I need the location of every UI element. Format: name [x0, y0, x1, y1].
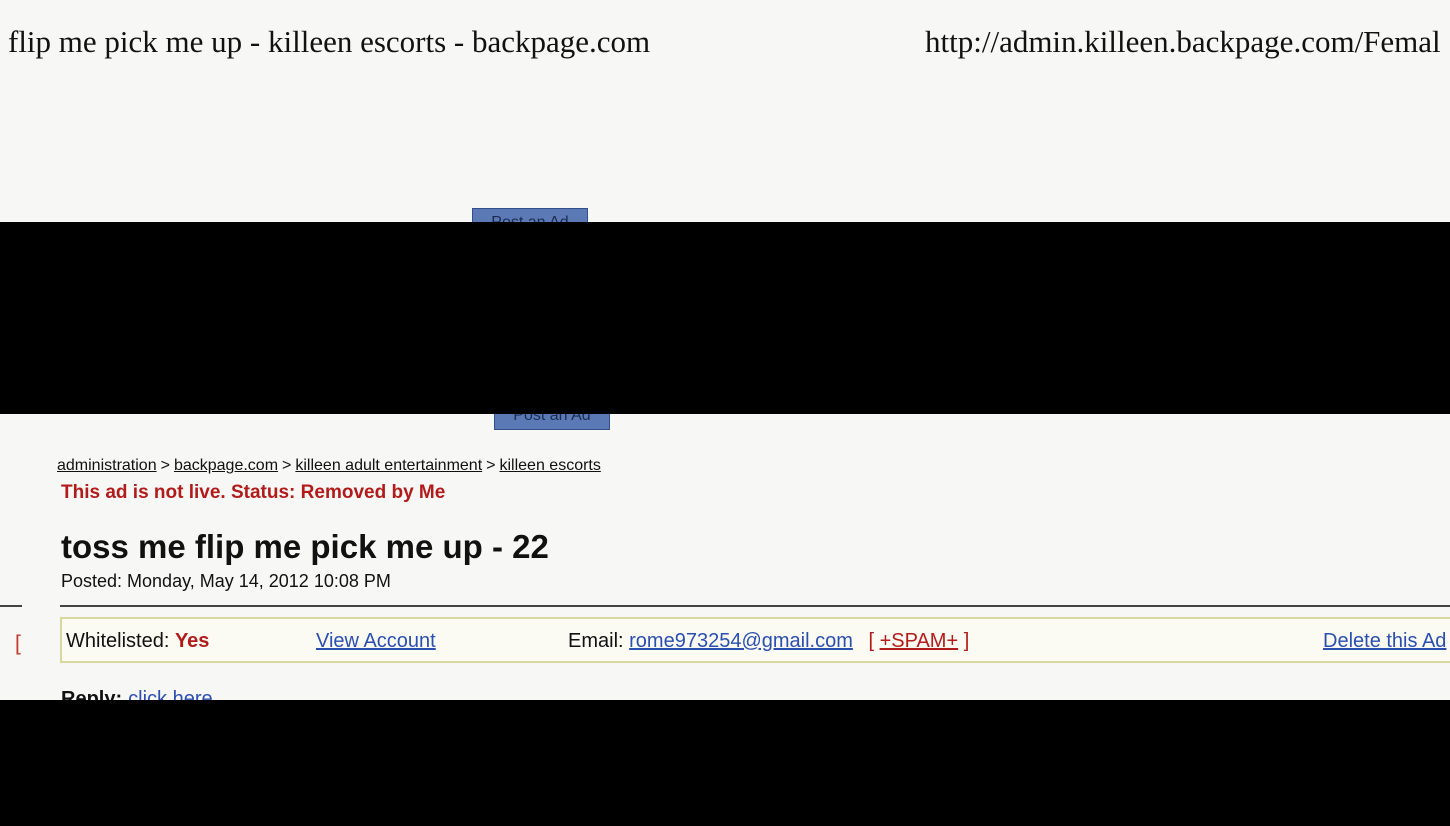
reply-row: Reply: click here [61, 688, 213, 700]
ad-title: toss me flip me pick me up - 22 [61, 528, 549, 565]
spam-control: [ +SPAM+ ] [868, 630, 969, 652]
left-bracket: [ [15, 632, 21, 655]
redaction-bar-bottom [0, 700, 1450, 826]
print-header: flip me pick me up - killeen escorts - b… [0, 0, 1450, 70]
email-info: Email: rome973254@gmail.com [ +SPAM+ ] [568, 630, 969, 653]
admin-toolbar: Whitelisted: Yes View Account Email: rom… [60, 617, 1450, 663]
reply-label: Reply: [61, 688, 123, 700]
breadcrumb: administration > backpage.com > killeen adul… [57, 457, 601, 475]
whitelisted-label: Whitelisted: [66, 630, 170, 652]
whitelisted-value: Yes [174, 630, 210, 652]
breadcrumb-administration[interactable]: administration [57, 457, 157, 474]
breadcrumb-backpage[interactable]: backpage.com [174, 457, 278, 474]
breadcrumb-separator: > [282, 457, 292, 474]
view-account-link[interactable]: View Account [316, 630, 436, 653]
breadcrumb-adult-entertainment[interactable]: killeen adult entertainment [295, 457, 482, 474]
divider-line [0, 605, 1450, 607]
delete-ad-link[interactable]: Delete this Ad [1323, 630, 1446, 653]
breadcrumb-escorts[interactable]: killeen escorts [499, 457, 600, 474]
reply-link[interactable]: click here [128, 688, 212, 700]
spam-open-bracket: [ [868, 630, 875, 652]
redaction-bar-top [0, 222, 1450, 414]
spam-close-bracket: ] [963, 630, 970, 652]
breadcrumb-separator: > [160, 457, 170, 474]
print-page-url: http://admin.killeen.backpage.com/Femal [925, 24, 1441, 59]
breadcrumb-separator: > [486, 457, 496, 474]
email-link[interactable]: rome973254@gmail.com [629, 630, 853, 652]
print-page-title: flip me pick me up - killeen escorts - b… [8, 24, 651, 59]
ad-status-message: This ad is not live. Status: Removed by … [61, 482, 446, 503]
email-label: Email: [568, 630, 624, 652]
divider-gap [22, 602, 60, 610]
whitelisted-status: Whitelisted: Yes [66, 630, 209, 653]
spam-link[interactable]: +SPAM+ [880, 630, 959, 652]
posted-date: Posted: Monday, May 14, 2012 10:08 PM [61, 571, 391, 591]
